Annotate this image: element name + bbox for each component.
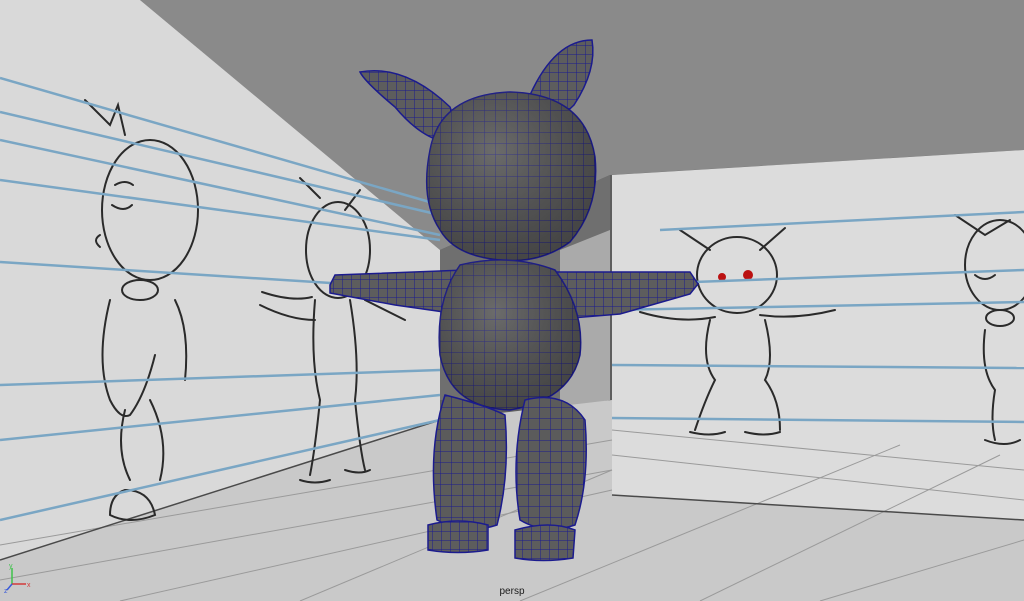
right-foot-mesh (514, 524, 576, 562)
camera-name-label: persp (499, 586, 525, 597)
viewport-scene[interactable] (0, 0, 1024, 601)
perspective-viewport[interactable]: y x z persp (0, 0, 1024, 601)
right-leg-mesh (515, 396, 587, 530)
y-axis-label: y (9, 563, 13, 570)
left-leg-mesh (432, 394, 508, 530)
left-foot-mesh (427, 520, 489, 554)
